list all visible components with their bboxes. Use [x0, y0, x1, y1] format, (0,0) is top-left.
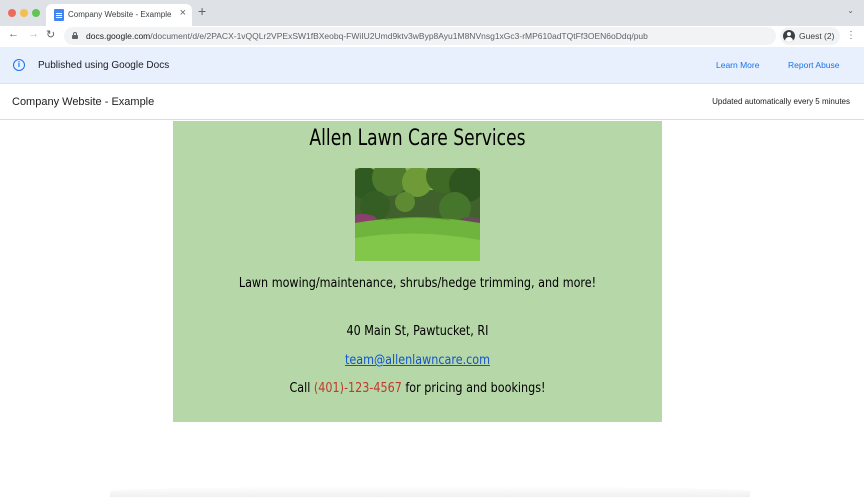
profile-button[interactable]: Guest (2) — [780, 27, 840, 45]
profile-label: Guest (2) — [799, 31, 835, 41]
email-link[interactable]: team@allenlawncare.com — [345, 353, 490, 368]
profile-icon — [783, 30, 795, 42]
window-minimize-button[interactable] — [20, 9, 28, 17]
tab-title: Company Website - Example — [68, 10, 172, 19]
browser-tab[interactable]: Company Website - Example × — [46, 4, 192, 26]
docs-icon — [54, 9, 64, 21]
url-text: docs.google.com/document/d/e/2PACX-1vQQL… — [86, 31, 648, 41]
lock-icon[interactable] — [72, 32, 78, 39]
url-host: docs.google.com — [86, 31, 151, 41]
publish-banner: i Published using Google Docs Learn More… — [0, 47, 864, 84]
address-text: 40 Main St, Pawtucket, RI — [346, 324, 489, 339]
document-page: Allen Lawn Care Services Lawn mowing/mai… — [173, 121, 662, 422]
update-notice: Updated automatically every 5 minutes — [712, 97, 850, 106]
reload-icon[interactable]: ↻ — [46, 28, 55, 41]
call-prefix: Call — [289, 381, 314, 396]
browser-toolbar: ← → ↻ docs.google.com/document/d/e/2PACX… — [0, 26, 864, 46]
address-bar[interactable]: docs.google.com/document/d/e/2PACX-1vQQL… — [64, 27, 776, 45]
garden-photo-drawing — [355, 168, 480, 261]
email-line: team@allenlawncare.com — [207, 353, 628, 368]
window-close-button[interactable] — [8, 9, 16, 17]
tab-search-chevron-icon[interactable]: ⌄ — [847, 6, 854, 15]
company-heading: Allen Lawn Care Services — [309, 126, 526, 151]
phone-number: (401)-123-4567 — [313, 381, 402, 396]
browser-tab-bar: Company Website - Example × + ⌄ — [0, 0, 864, 26]
close-icon[interactable]: × — [180, 7, 186, 19]
call-line: Call (401)-123-4567 for pricing and book… — [207, 381, 628, 396]
window-zoom-button[interactable] — [32, 9, 40, 17]
forward-icon[interactable]: → — [28, 28, 39, 40]
url-path: /document/d/e/2PACX-1vQQLr2VPExSW1fBXeob… — [150, 31, 648, 41]
back-icon[interactable]: ← — [8, 28, 19, 40]
banner-text: Published using Google Docs — [38, 60, 170, 71]
new-tab-icon[interactable]: + — [198, 3, 206, 19]
report-abuse-link[interactable]: Report Abuse — [788, 60, 840, 70]
services-tagline: Lawn mowing/maintenance, shrubs/hedge tr… — [238, 276, 597, 291]
info-icon: i — [13, 59, 25, 71]
page-bottom-shadow — [110, 486, 750, 497]
call-suffix: for pricing and bookings! — [401, 381, 546, 396]
document-title-bar: Company Website - Example Updated automa… — [0, 84, 864, 120]
document-title: Company Website - Example — [12, 96, 155, 108]
garden-photo — [355, 168, 480, 261]
learn-more-link[interactable]: Learn More — [716, 60, 759, 70]
kebab-menu-icon[interactable]: ⋮ — [846, 30, 856, 41]
